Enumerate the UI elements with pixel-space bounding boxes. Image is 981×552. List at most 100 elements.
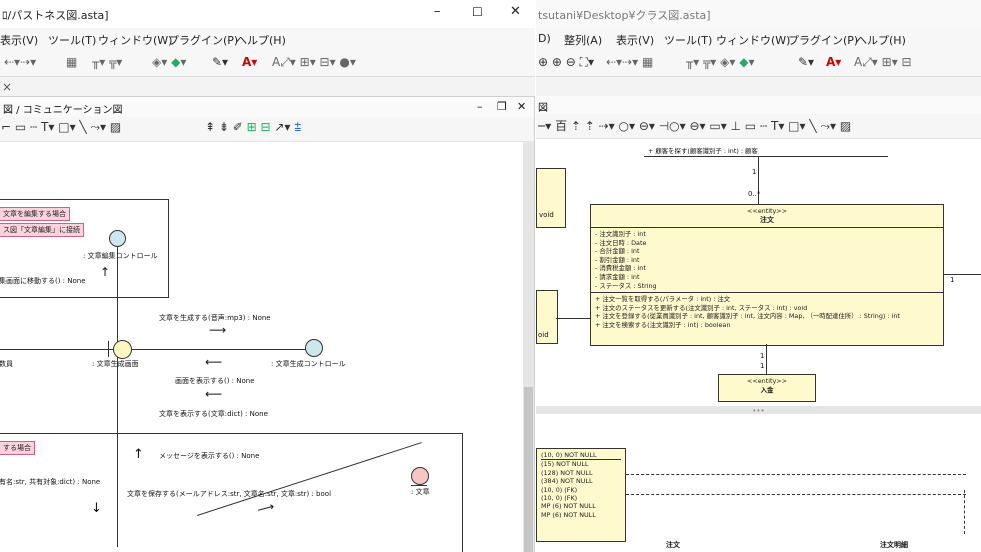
left-partial-text: void [539,211,554,219]
er-column-row: (128) NOT NULL [541,468,593,477]
note-share[interactable]: する場合 [0,441,35,455]
menu-plugin-2[interactable]: プラグイン(P) [788,32,858,48]
order-stereotype: <<entity>> [747,207,787,215]
diagram-close-button[interactable]: ✕ [517,100,526,113]
menu-view[interactable]: 表示(V) [0,32,38,48]
menu-diagram[interactable]: D) [538,32,551,45]
right-app-window: tsutani¥Desktop¥クラス図.asta] D) 整列(A) 表示(V… [536,0,981,552]
document-entity-icon[interactable] [411,467,429,485]
edit-control-object-label: : 文章編集コントロール [83,252,158,260]
er-column-row: (384) NOT NULL [541,477,593,486]
op-row: + 注文一覧を取得する(パラメータ : int) : 注文 [595,295,731,304]
class-tools-icon[interactable]: ─▾ 百 ⇡ ⇡ ⇢▾ ○▾ ⊖▾ ⊣○▾ ⊖▾ ▭▾ ⊥ ▭ ┄ T▾ □▾ … [538,117,851,134]
message-save-document: 文章を保存する(メールアドレス:str, 文章名:str, 文章:str) : … [127,490,332,498]
menu-view-2[interactable]: 表示(V) [616,32,654,48]
note-connect-edit[interactable]: ス図「文章編集」に接続 [0,223,84,237]
multiplicity-bottom-2: 1 [760,362,765,370]
line-color-icon[interactable]: ✎▾ [212,55,228,69]
attr-row: - 合計金額 : int [595,247,640,256]
op-row: + 注文を検索する(注文識別子 : int) : boolean [595,320,731,329]
actor-label: 数員 [0,360,13,368]
layout-tools-icon[interactable]: ⇞ ⇟ ✐ ⊞ ⊟ ↗▾ ⩲ [205,120,301,135]
left-title-bar: ﾛ/パストネス図.asta] – ☐ ✕ [0,0,535,29]
left-app-window: ﾛ/パストネス図.asta] – ☐ ✕ 表示(V) ツール(T) ウィンドウ(… [0,0,535,552]
attr-row: - 消費税金額 : int [595,264,646,273]
menu-help[interactable]: ヘルプ(H) [236,32,286,48]
note-edit-document[interactable]: 文章を編集する場合 [0,207,70,221]
er-table-label-order-detail: 注文明細 [880,541,908,549]
attr-row: - 注文識別子 : int [595,230,646,238]
right-menu-bar: D) 整列(A) 表示(V) ツール(T) ウィンドウ(W) プラグイン(P) … [536,28,981,50]
er-column-row: (10, 0) (FK) [541,494,578,503]
dependency-line [556,318,590,319]
left-partial-class[interactable]: void [536,168,566,228]
payment-class-name: 入金 [760,386,774,394]
nav-icons[interactable]: ⇠▾⇢▾ ▦ [606,55,653,69]
tab-close-icon[interactable]: × [2,80,12,94]
er-relationship-line-2 [626,494,966,495]
generate-screen-object-label: : 文章生成画面 [92,360,139,368]
link-actor-screen [0,349,314,350]
er-entity-columns[interactable]: (10, 0) NOT NULL (15) NOT NULL (128) NOT… [536,448,626,542]
align-icon[interactable]: ╥▾ ╦▾ [92,55,122,69]
menu-tools-2[interactable]: ツール(T) [664,32,712,48]
document-entity-label: : 文章 [411,488,430,496]
arrow-right-icon: ⟶ [209,323,227,337]
grid-icon[interactable]: ▦ [66,55,77,69]
fill-color-icon[interactable]: ◈▾ ◆▾ [152,55,186,69]
edit-control-object-icon[interactable] [109,230,126,247]
scrollbar-thumb[interactable] [524,387,533,552]
diagram-minimize-button[interactable]: – [477,100,483,113]
er-column-row: MP (6) NOT NULL [541,502,596,511]
message-show-screen: 画面を表示する() : None [175,377,255,385]
menu-window[interactable]: ウィンドウ(W) [98,32,172,48]
pane-splitter[interactable]: ••• [536,406,981,415]
payment-class[interactable]: <<entity>> 入金 [718,374,816,402]
association-bottom [766,344,767,374]
font-color-icon[interactable]: A▾ [242,55,257,69]
arrow-left-icon: ⟵ [205,355,223,369]
zoom-icons[interactable]: ⊕ ⊕ ⊖ ⛶▾ [538,55,594,70]
menu-tools[interactable]: ツール(T) [48,32,96,48]
diagram-restore-button[interactable]: ❐ [497,100,507,113]
generate-control-object-icon[interactable] [305,339,323,357]
line-color-icon-2[interactable]: ✎▾ [798,55,814,69]
menu-plugin[interactable]: プラグイン(P) [168,32,238,48]
generate-screen-object-icon[interactable] [113,340,132,359]
diagram-tools-icon[interactable]: ⌐ ▭ ┄ T▾ □▾ ╲ ⤳▾ ▨ [1,120,121,135]
maximize-button[interactable]: ☐ [472,5,483,19]
message-show-document: 文章を表示する(文章:dict) : None [159,410,268,418]
menu-help-2[interactable]: ヘルプ(H) [856,32,906,48]
er-diagram-area: (10, 0) NOT NULL (15) NOT NULL (128) NOT… [536,414,981,552]
left-partial-class-2[interactable]: oid [536,290,558,344]
font-size-icon[interactable]: A⤢▾ ⊞▾ ⊟▾ ●▾ [272,55,356,70]
order-class-name: 注文 [760,216,774,224]
menu-window-2[interactable]: ウィンドウ(W) [716,32,790,48]
left-window-title: ﾛ/パストネス図.asta] [2,9,109,22]
left-toolbar: ⇠▾⇢▾ ▦ ╥▾ ╦▾ ◈▾ ◆▾ ✎▾ A▾ A⤢▾ ⊞▾ ⊟▾ ●▾ [0,50,535,77]
align-icons[interactable]: ╥▾ ╦▾ ◈▾ ◆▾ [686,55,754,69]
menu-align[interactable]: 整列(A) [564,32,602,48]
attr-row: - 請求金額 : int [595,272,640,281]
minimize-button[interactable]: – [434,4,441,19]
left-menu-bar: 表示(V) ツール(T) ウィンドウ(W) プラグイン(P) ヘルプ(H) [0,28,535,50]
close-button[interactable]: ✕ [510,4,521,19]
er-column-list: (10, 0) NOT NULL (15) NOT NULL (128) NOT… [537,449,625,521]
font-color-icon-2[interactable]: A▾ [826,55,841,69]
class-diagram-toolbar: ─▾ 百 ⇡ ⇡ ⇢▾ ○▾ ⊖▾ ⊣○▾ ⊖▾ ▭▾ ⊥ ▭ ┄ T▾ □▾ … [536,114,981,139]
attr-row: - ステータス : String [595,281,657,290]
right-window-title: tsutani¥Desktop¥クラス図.asta] [538,9,711,22]
er-relationship-line [626,474,966,475]
multiplicity-bottom-1: 1 [760,352,765,360]
payment-class-header: <<entity>> 入金 [719,375,815,396]
back-forward-icon[interactable]: ⇠▾⇢▾ [4,55,36,69]
diagram-title-bar: 図 / コミュニケーション図 – ❐ ✕ [0,97,534,118]
font-size-icon-2[interactable]: A⤢▾ ⊞▾ ⊟ [854,55,912,70]
er-relationship-vertical [964,490,965,534]
entity-underline [411,485,427,486]
left-partial-text-2: oid [538,331,549,339]
payment-stereotype: <<entity>> [747,377,787,385]
op-row: + 注文を登録する(従業員識別子 : int, 顧客識別子 : int, 注文内… [595,312,900,321]
order-class[interactable]: <<entity>> 注文 - 注文識別子 : int - 注文日時 : Dat… [590,204,944,346]
top-class-bottom [644,156,888,157]
